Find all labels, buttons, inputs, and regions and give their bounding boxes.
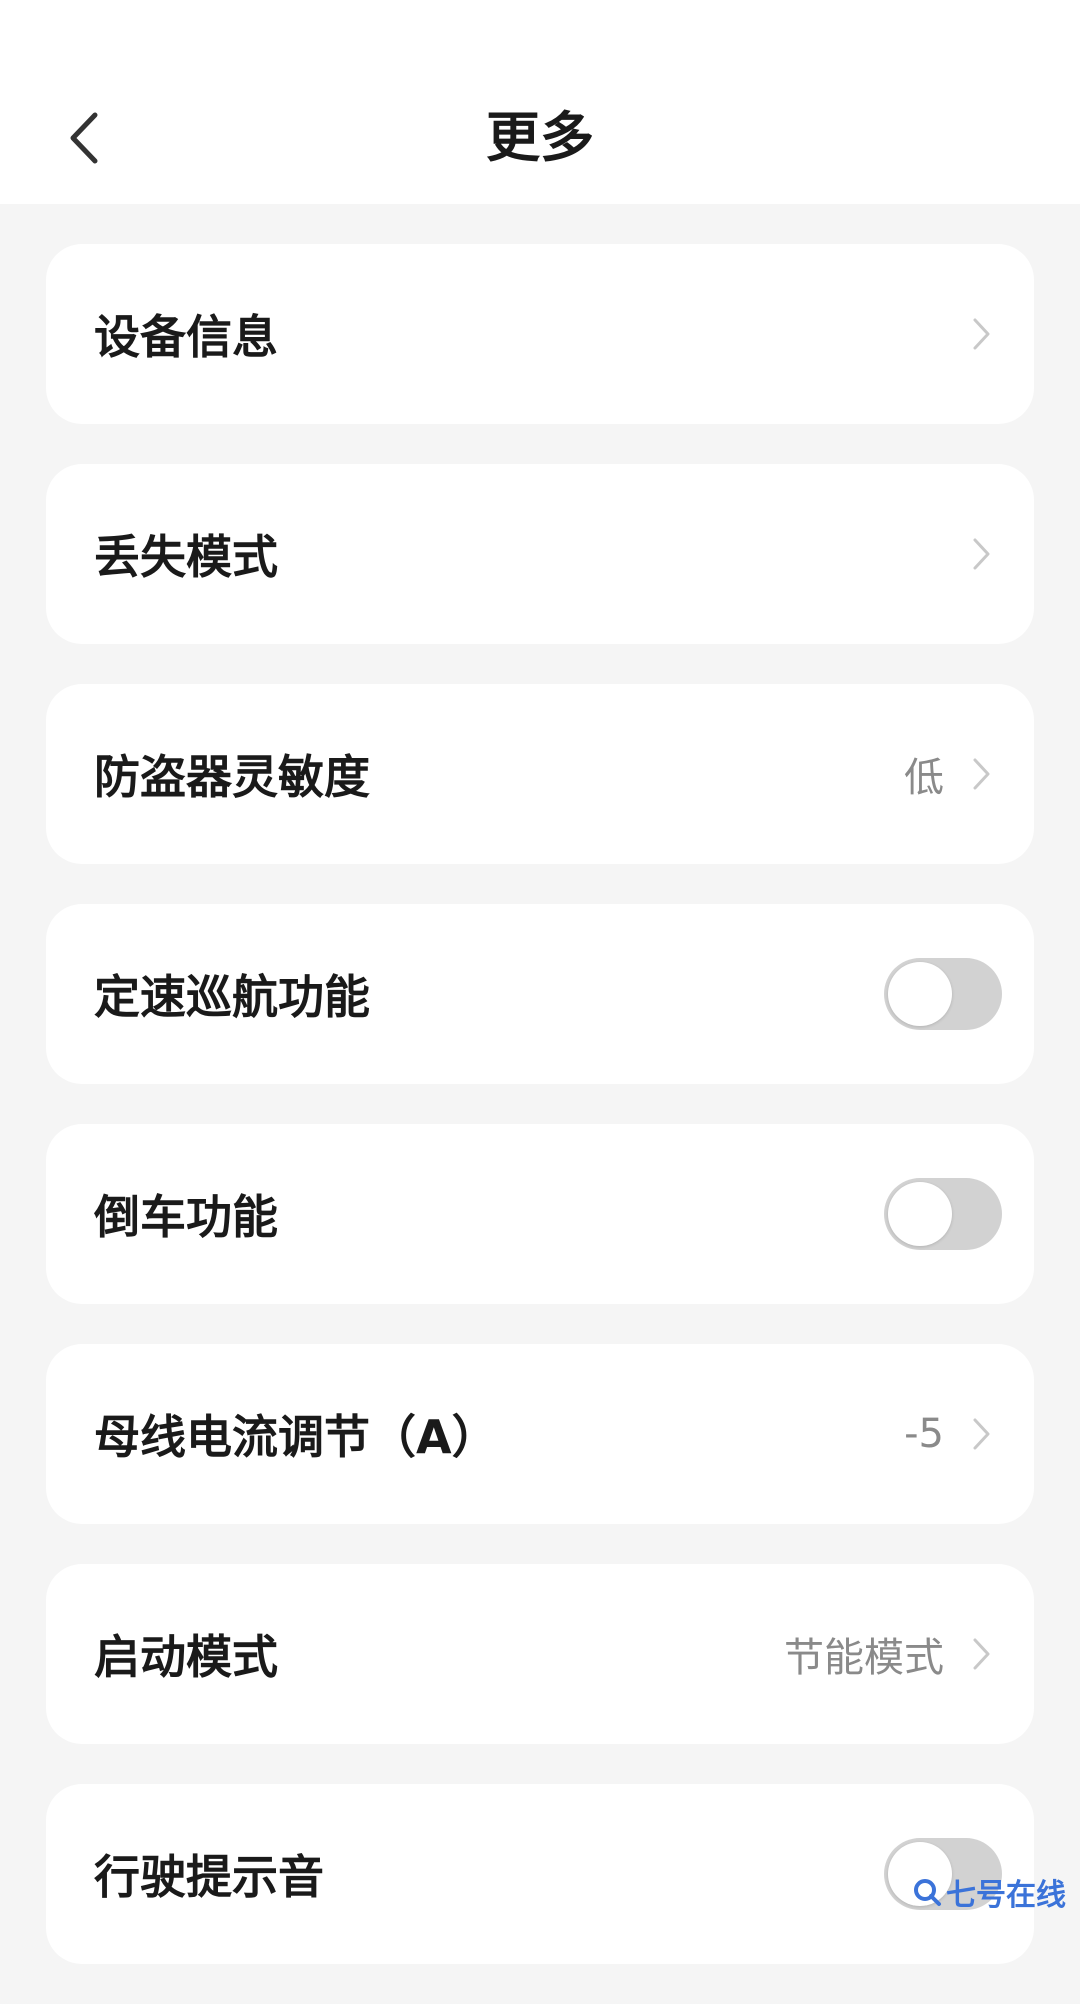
setting-value: 低 [904,755,944,801]
setting-label: 倒车功能 [94,1190,278,1244]
watermark-text: 七号在线 [946,1878,1066,1913]
chevron-right-icon [973,758,990,790]
setting-alarm-sensitivity[interactable]: 防盗器灵敏度 低 [46,684,1034,864]
setting-label: 行驶提示音 [94,1850,324,1904]
setting-lost-mode[interactable]: 丢失模式 [46,464,1034,644]
setting-label: 设备信息 [94,310,278,364]
page-title: 更多 [486,106,594,169]
toggle-knob [888,1182,952,1246]
setting-label: 母线电流调节（A） [94,1410,498,1464]
setting-value: -5 [904,1411,944,1457]
search-icon [914,1879,941,1906]
chevron-right-icon [973,1418,990,1450]
toggle-knob [888,962,952,1026]
setting-start-mode[interactable]: 启动模式 节能模式 [46,1564,1034,1744]
setting-reverse: 倒车功能 [46,1124,1034,1304]
settings-list: 设备信息 丢失模式 防盗器灵敏度 低 定速巡航功能 倒车功能 母线电流调节（A）… [46,244,1034,2004]
chevron-right-icon [973,1638,990,1670]
setting-bus-current[interactable]: 母线电流调节（A） -5 [46,1344,1034,1524]
setting-cruise-control: 定速巡航功能 [46,904,1034,1084]
cruise-control-toggle[interactable] [884,958,1002,1030]
setting-value: 节能模式 [784,1635,944,1681]
chevron-right-icon [973,318,990,350]
setting-label: 定速巡航功能 [94,970,370,1024]
reverse-toggle[interactable] [884,1178,1002,1250]
watermark: 七号在线 [912,1870,1066,1914]
chevron-right-icon [973,538,990,570]
setting-label: 启动模式 [94,1630,278,1684]
setting-device-info[interactable]: 设备信息 [46,244,1034,424]
setting-label: 丢失模式 [94,530,278,584]
app-header: 更多 [0,0,1080,204]
setting-label: 防盗器灵敏度 [94,750,370,804]
setting-driving-sound: 行驶提示音 [46,1784,1034,1964]
